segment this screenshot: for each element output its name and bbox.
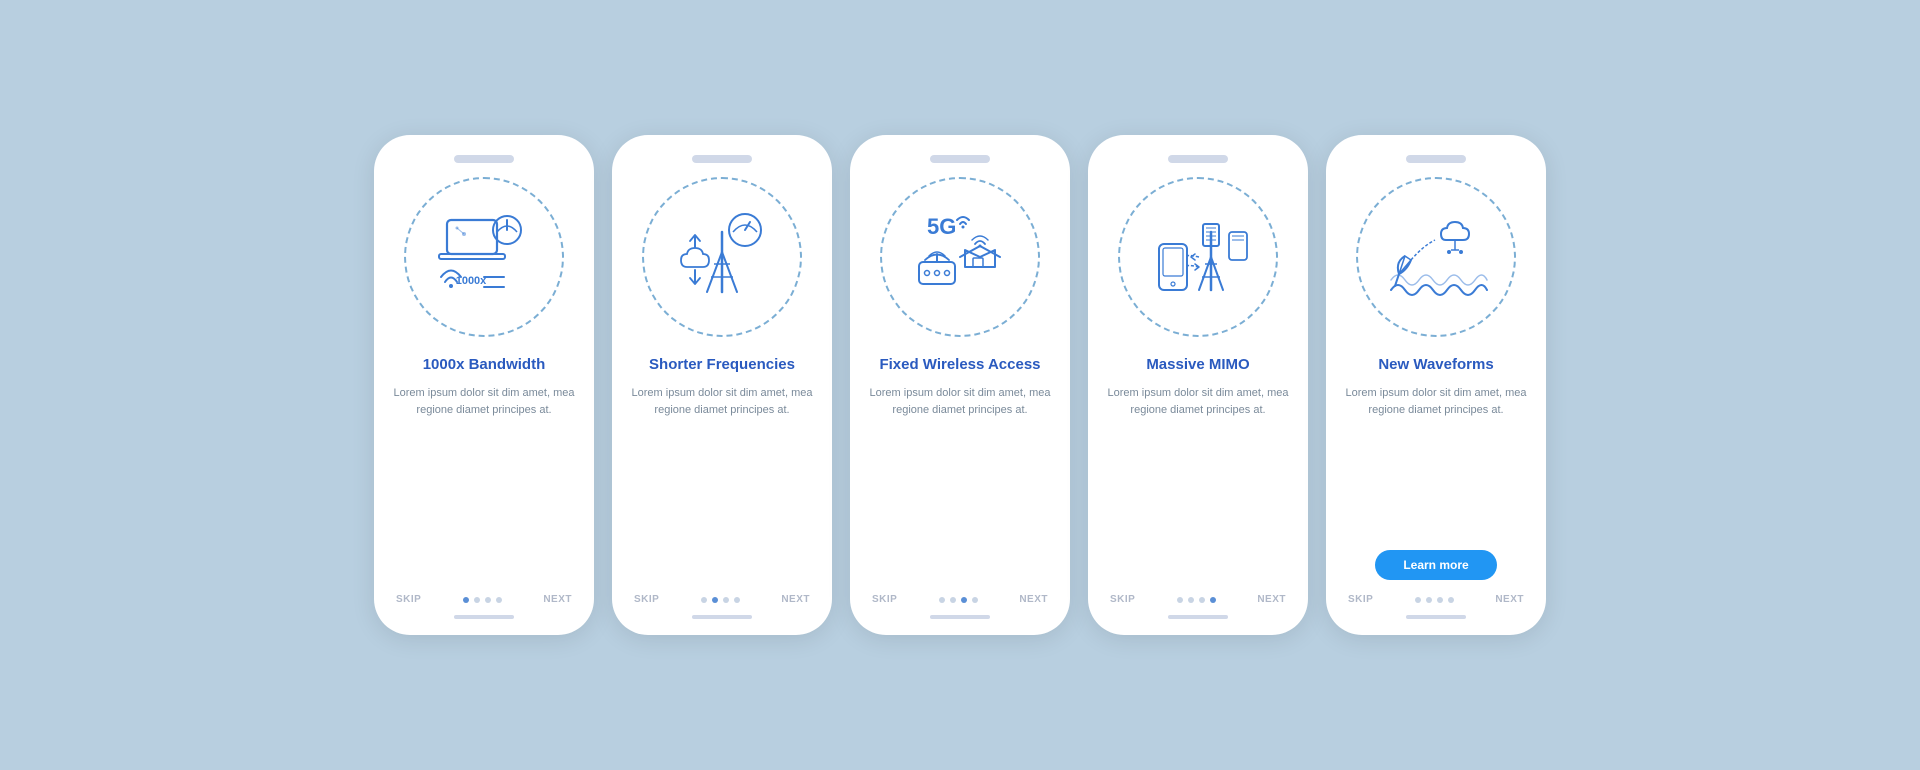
dot-4 [734,597,740,603]
waveforms-title: New Waveforms [1378,355,1493,375]
phone-bandwidth: 1000x 1000x Bandwidth Lorem ipsum dolor … [374,135,594,635]
frequencies-next[interactable]: NEXT [781,594,810,605]
frequencies-skip[interactable]: SKIP [634,594,659,605]
waveforms-icon-area [1356,177,1516,337]
dot-1 [1415,597,1421,603]
phone-bottom-bar-3 [930,615,990,619]
wireless-skip[interactable]: SKIP [872,594,897,605]
phone-bottom-bar-5 [1406,615,1466,619]
phone-wireless: 5G [850,135,1070,635]
mimo-body: Lorem ipsum dolor sit dim amet, mea regi… [1106,385,1290,581]
phone-notch-2 [692,155,752,163]
dot-4 [496,597,502,603]
bandwidth-next[interactable]: NEXT [543,594,572,605]
dot-3 [723,597,729,603]
wireless-dots [939,597,978,603]
waveforms-next[interactable]: NEXT [1495,594,1524,605]
frequencies-body: Lorem ipsum dolor sit dim amet, mea regi… [630,385,814,581]
waveforms-body: Lorem ipsum dolor sit dim amet, mea regi… [1344,385,1528,537]
dot-2 [1426,597,1432,603]
bandwidth-skip[interactable]: SKIP [396,594,421,605]
wireless-nav: SKIP NEXT [868,594,1052,605]
dot-2 [950,597,956,603]
waveforms-nav: SKIP NEXT [1344,594,1528,605]
dot-2 [712,597,718,603]
dot-3 [1199,597,1205,603]
mimo-skip[interactable]: SKIP [1110,594,1135,605]
dot-2 [474,597,480,603]
dot-3 [1437,597,1443,603]
waveforms-skip[interactable]: SKIP [1348,594,1373,605]
mimo-next[interactable]: NEXT [1257,594,1286,605]
phone-notch-3 [930,155,990,163]
wireless-next[interactable]: NEXT [1019,594,1048,605]
wireless-icon-area: 5G [880,177,1040,337]
bandwidth-body: Lorem ipsum dolor sit dim amet, mea regi… [392,385,576,581]
phone-bottom-bar-4 [1168,615,1228,619]
dot-3 [961,597,967,603]
dot-4 [1448,597,1454,603]
frequencies-icon-area [642,177,802,337]
phone-mimo: Massive MIMO Lorem ipsum dolor sit dim a… [1088,135,1308,635]
phone-waveforms: New Waveforms Lorem ipsum dolor sit dim … [1326,135,1546,635]
phone-notch [454,155,514,163]
learn-more-button[interactable]: Learn more [1375,550,1496,580]
bandwidth-icon-area: 1000x [404,177,564,337]
frequencies-nav: SKIP NEXT [630,594,814,605]
dot-1 [463,597,469,603]
dot-4 [1210,597,1216,603]
phone-bottom-bar-2 [692,615,752,619]
dot-1 [701,597,707,603]
dot-1 [939,597,945,603]
mimo-nav: SKIP NEXT [1106,594,1290,605]
dot-4 [972,597,978,603]
dot-1 [1177,597,1183,603]
mimo-icon-area [1118,177,1278,337]
wireless-body: Lorem ipsum dolor sit dim amet, mea regi… [868,385,1052,581]
phone-frequencies: Shorter Frequencies Lorem ipsum dolor si… [612,135,832,635]
svg-text:1000x: 1000x [456,275,487,287]
dot-3 [485,597,491,603]
wireless-title: Fixed Wireless Access [879,355,1040,375]
dot-2 [1188,597,1194,603]
phone-notch-5 [1406,155,1466,163]
mimo-title: Massive MIMO [1146,355,1249,375]
phone-notch-4 [1168,155,1228,163]
phone-bottom-bar [454,615,514,619]
waveforms-dots [1415,597,1454,603]
bandwidth-title: 1000x Bandwidth [423,355,546,375]
svg-text:5G: 5G [927,214,956,239]
bandwidth-nav: SKIP NEXT [392,594,576,605]
phones-container: 1000x 1000x Bandwidth Lorem ipsum dolor … [374,135,1546,635]
mimo-dots [1177,597,1216,603]
frequencies-dots [701,597,740,603]
bandwidth-dots [463,597,502,603]
frequencies-title: Shorter Frequencies [649,355,795,375]
